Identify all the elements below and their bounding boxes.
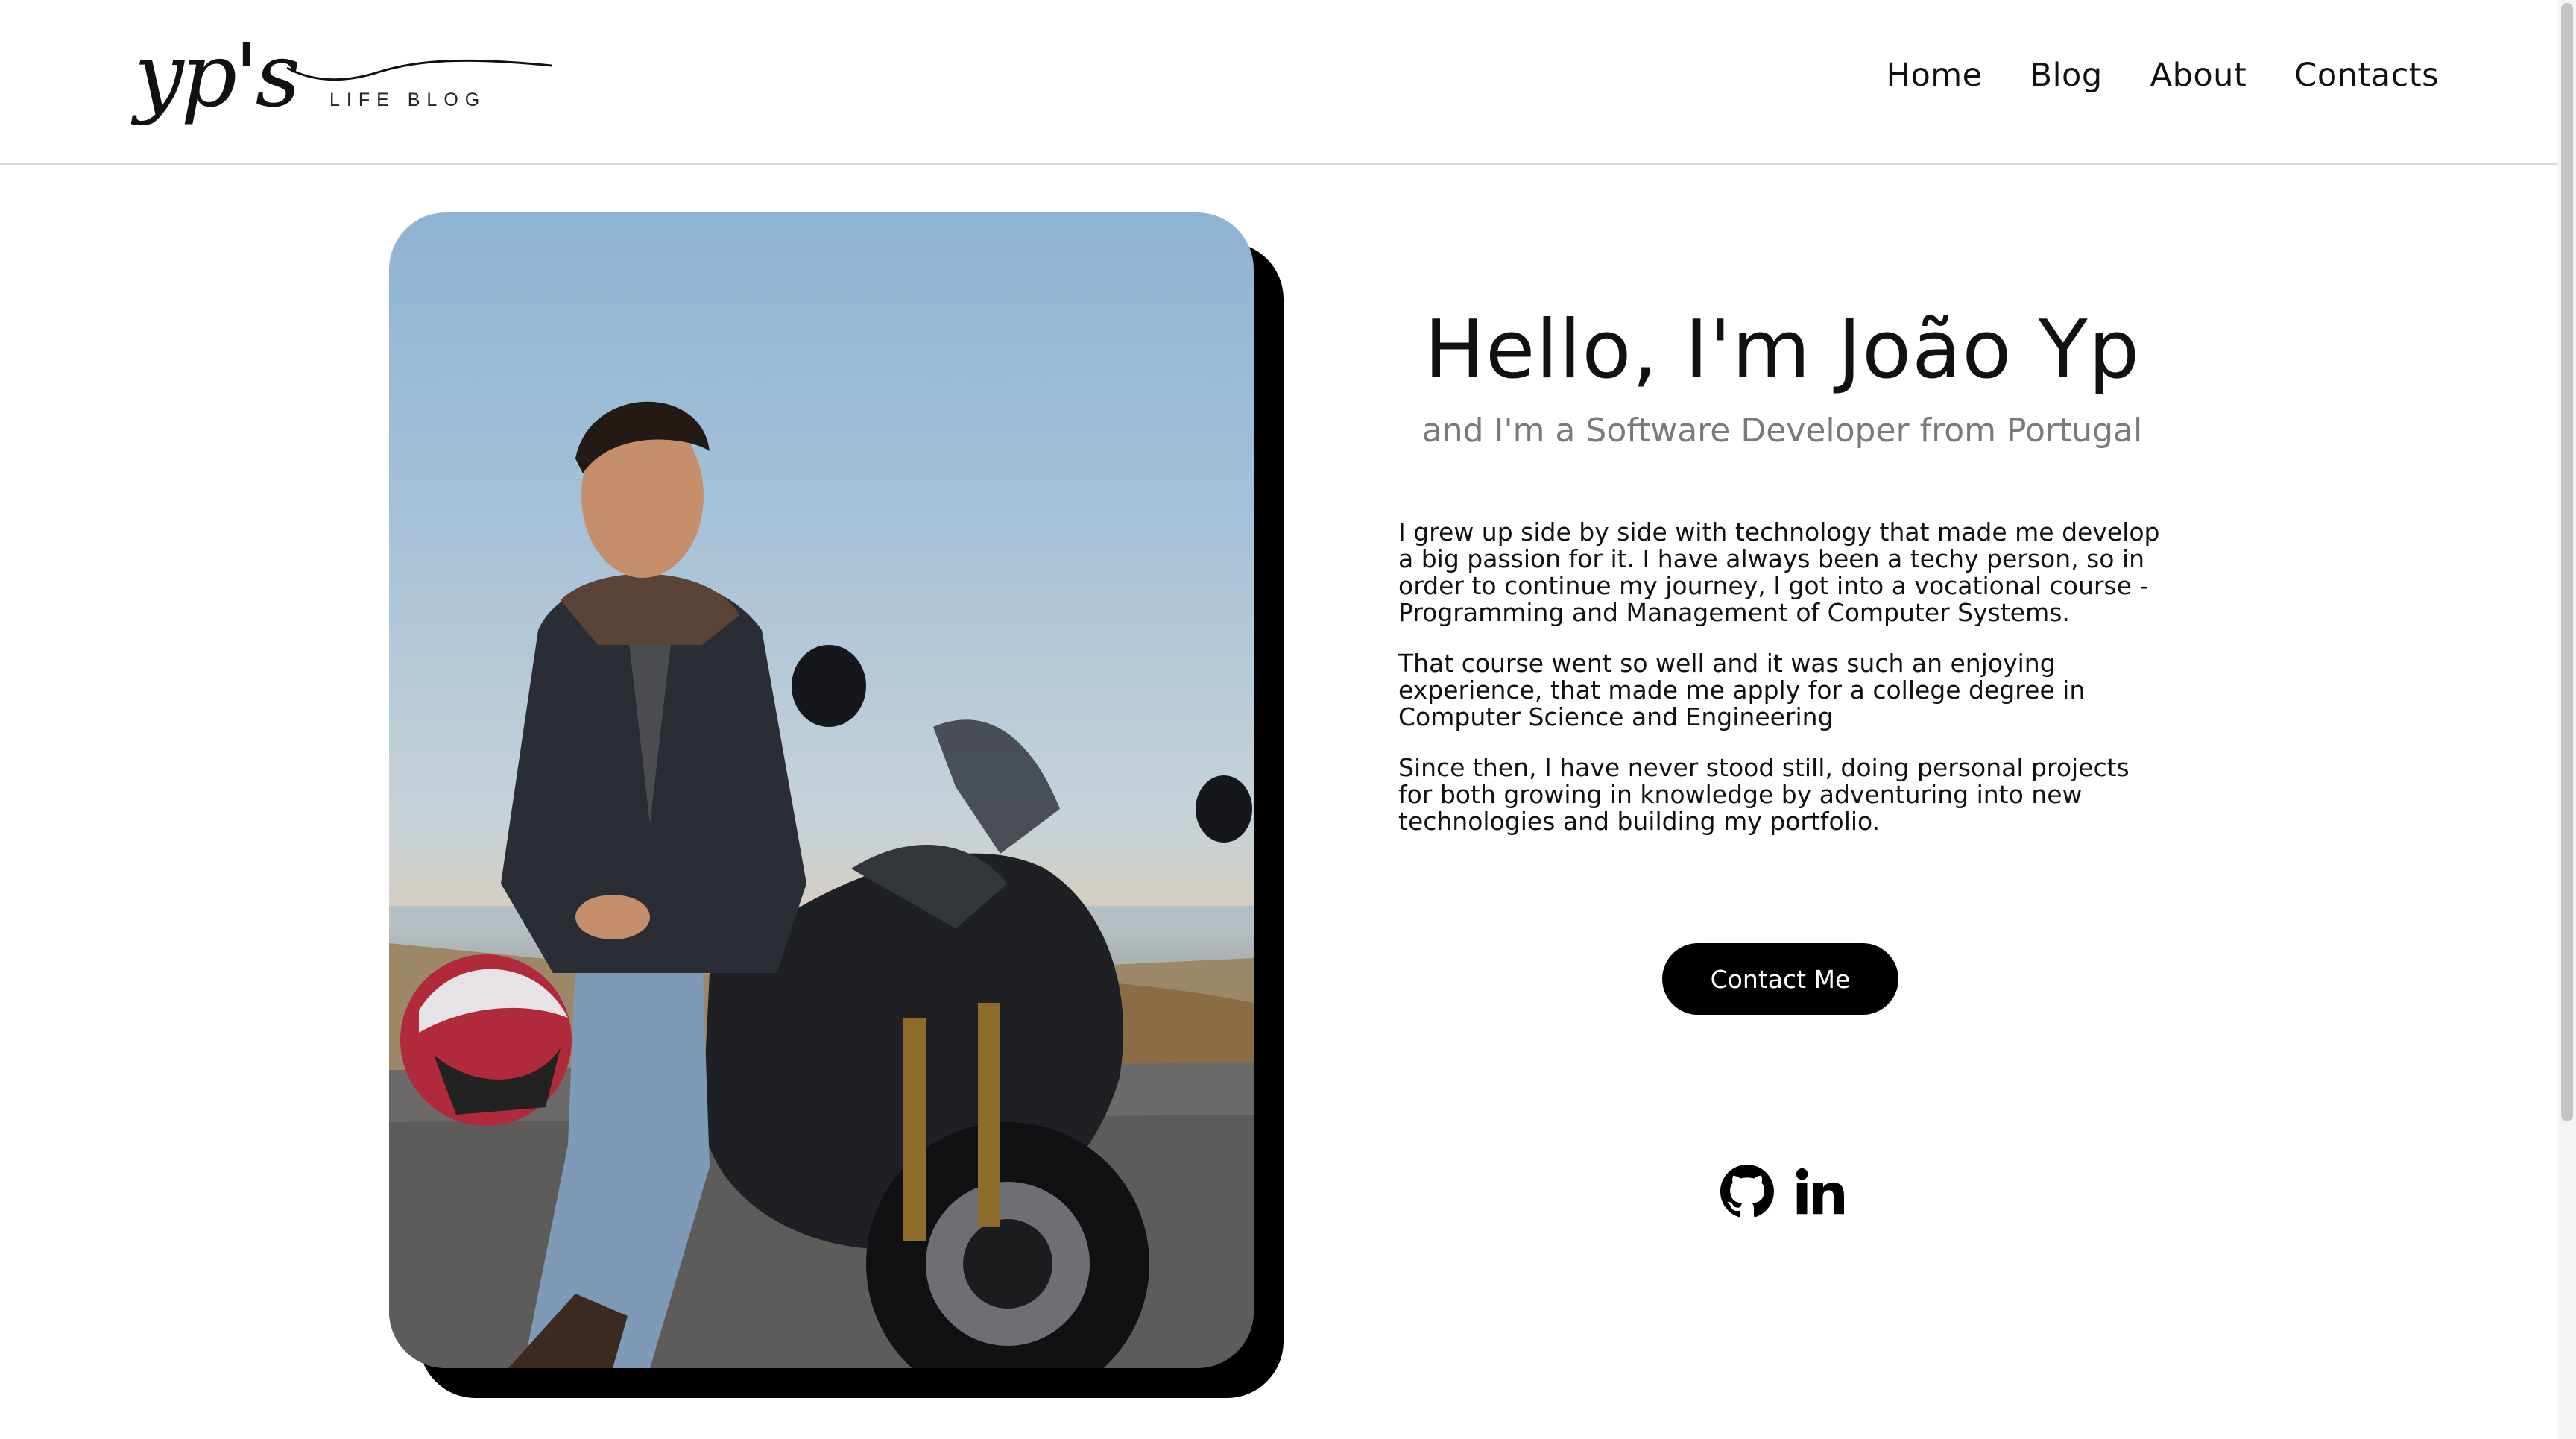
main-nav: Home Blog About Contacts (1887, 57, 2439, 94)
nav-home[interactable]: Home (1887, 57, 1983, 94)
bio-paragraph: Since then, I have never stood still, do… (1398, 753, 2130, 836)
profile-photo (389, 212, 1254, 1368)
linkedin-icon (1796, 1168, 1844, 1215)
logo-subtitle: LIFE BLOG (329, 89, 487, 110)
page-scrollbar[interactable] (2557, 0, 2576, 1439)
bio-paragraph: I grew up side by side with technology t… (1398, 517, 2160, 627)
github-icon (1720, 1165, 1774, 1218)
site-header: yp's LIFE BLOG Home Blog About Contacts (0, 0, 2557, 165)
site-logo[interactable]: yp's LIFE BLOG (134, 27, 552, 139)
github-link[interactable] (1720, 1165, 1774, 1218)
logo-flourish (286, 59, 552, 81)
page-title: Hello, I'm João Yp (1424, 303, 2141, 397)
photo-illustration (389, 401, 1254, 1368)
scrollbar-thumb[interactable] (2561, 3, 2573, 1121)
nav-about[interactable]: About (2150, 57, 2247, 94)
page-subtitle: and I'm a Software Developer from Portug… (1421, 412, 2143, 450)
intro-section: Hello, I'm João Yp and I'm a Software De… (1398, 298, 2166, 859)
bio-paragraph: That course went so well and it was such… (1398, 649, 2086, 731)
nav-contacts[interactable]: Contacts (2294, 57, 2439, 94)
linkedin-link[interactable] (1795, 1167, 1844, 1216)
social-links (1720, 1165, 1844, 1218)
nav-blog[interactable]: Blog (2030, 57, 2103, 94)
bio: I grew up side by side with technology t… (1398, 519, 2166, 835)
contact-me-button[interactable]: Contact Me (1662, 943, 1898, 1015)
